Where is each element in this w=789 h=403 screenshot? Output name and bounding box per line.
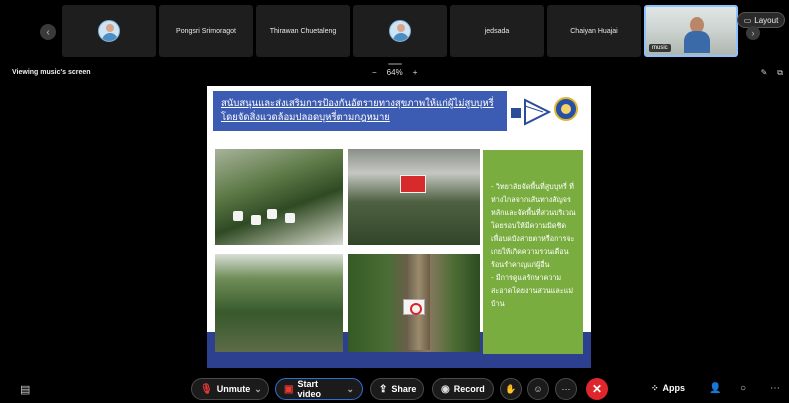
- more-icon: ⋯: [561, 383, 571, 394]
- self-view-label: music: [649, 44, 671, 52]
- slide-title: สนับสนุนและส่งเสริมการป้องกันอัตรายทางสุ…: [221, 98, 494, 123]
- chat-bubble-icon[interactable]: ○: [740, 383, 746, 394]
- unmute-label: Unmute: [216, 384, 251, 394]
- participant-tile[interactable]: Chaiyan Huajai: [547, 5, 641, 57]
- smiley-icon: ☺: [533, 384, 543, 394]
- zoom-in-button[interactable]: +: [413, 68, 418, 77]
- photo-garden-pots: [215, 149, 343, 245]
- participants-icon[interactable]: 👤: [709, 383, 721, 394]
- no-smoking-icon: [403, 299, 425, 315]
- popout-icon[interactable]: ⧉: [777, 68, 783, 78]
- strip-drag-handle[interactable]: [388, 63, 402, 65]
- start-video-button[interactable]: ▣ Start video ⌄: [275, 378, 363, 400]
- zoom-level: 64%: [386, 68, 403, 77]
- chevron-left-icon[interactable]: ‹: [40, 24, 56, 40]
- participant-name: jedsada: [484, 27, 510, 35]
- hand-icon: ✋: [505, 383, 517, 394]
- chevron-down-icon[interactable]: ⌄: [254, 384, 262, 395]
- avatar: [389, 20, 411, 42]
- participant-name: Chaiyan Huajai: [570, 27, 618, 35]
- participant-name: Thirawan Chuetaleng: [269, 27, 337, 35]
- end-call-button[interactable]: ✕: [586, 378, 608, 400]
- apps-label: Apps: [662, 383, 686, 393]
- viewing-bar: Viewing music's screen − 64% + ✎ ⧉: [0, 66, 789, 82]
- zoom-out-button[interactable]: −: [372, 68, 377, 77]
- slide-title-box: สนับสนุนและส่งเสริมการป้องกันอัตรายทางสุ…: [213, 91, 507, 131]
- avatar: [98, 20, 120, 42]
- participant-tile[interactable]: Thirawan Chuetaleng: [256, 5, 350, 57]
- participant-tile[interactable]: jedsada: [450, 5, 544, 57]
- participant-tile[interactable]: Pongsri Srimoragot: [159, 5, 253, 57]
- record-button[interactable]: ◉ Record: [432, 378, 494, 400]
- mic-off-icon: 🎙: [200, 383, 213, 395]
- smoking-area-sign: [400, 175, 426, 193]
- zoom-controls: − 64% +: [372, 68, 417, 77]
- share-button[interactable]: ⇪ Share: [370, 378, 424, 400]
- apps-button[interactable]: ⁘ Apps: [651, 383, 685, 394]
- meeting-toolbar: ▤ 🎙 Unmute ⌄ ▣ Start video ⌄ ⇪ Share ◉ R…: [0, 376, 789, 403]
- share-label: Share: [391, 384, 417, 394]
- chevron-right-icon[interactable]: ›: [746, 26, 760, 40]
- viewing-label: Viewing music's screen: [12, 69, 91, 76]
- annotate-icon[interactable]: ✎: [761, 68, 768, 78]
- layout-label: Layout: [754, 15, 779, 25]
- layout-icon: ▭: [743, 15, 752, 25]
- participant-strip: ‹ Pongsri Srimoragot Thirawan Chuetaleng…: [0, 0, 789, 62]
- record-label: Record: [453, 384, 485, 394]
- layout-button[interactable]: ▭ Layout: [737, 12, 785, 28]
- raise-hand-button[interactable]: ✋: [500, 378, 522, 400]
- record-icon: ◉: [441, 383, 450, 395]
- apps-icon: ⁘: [651, 383, 659, 393]
- unmute-button[interactable]: 🎙 Unmute ⌄: [191, 378, 269, 400]
- participant-tile[interactable]: [62, 5, 156, 57]
- reactions-button[interactable]: ☺: [527, 378, 549, 400]
- chevron-down-icon[interactable]: ⌄: [346, 384, 354, 395]
- description-text: - วิทยาลัยจัดพื้นที่สูบบุหรี่ ที่ห่างไกล…: [491, 182, 576, 308]
- description-box: - วิทยาลัยจัดพื้นที่สูบบุหรี่ ที่ห่างไกล…: [483, 150, 583, 354]
- photo-sign-wall: [348, 149, 480, 245]
- more-icon[interactable]: ⋯: [770, 383, 780, 394]
- college-logo-icon: [511, 98, 552, 126]
- university-seal-icon: [554, 97, 578, 121]
- start-video-label: Start video: [297, 379, 321, 399]
- chat-icon[interactable]: ▤: [20, 383, 30, 396]
- share-icon: ⇪: [379, 383, 388, 395]
- self-video: [684, 17, 710, 53]
- self-view-tile[interactable]: music: [644, 5, 738, 57]
- more-options-button[interactable]: ⋯: [555, 378, 577, 400]
- photo-no-smoking-tree: [348, 254, 480, 352]
- close-icon: ✕: [591, 382, 603, 396]
- photo-gardener: [215, 254, 343, 352]
- participant-name: Pongsri Srimoragot: [176, 27, 236, 35]
- video-off-icon: ▣: [284, 383, 294, 395]
- shared-screen: สนับสนุนและส่งเสริมการป้องกันอัตรายทางสุ…: [207, 86, 591, 368]
- participant-tile[interactable]: [353, 5, 447, 57]
